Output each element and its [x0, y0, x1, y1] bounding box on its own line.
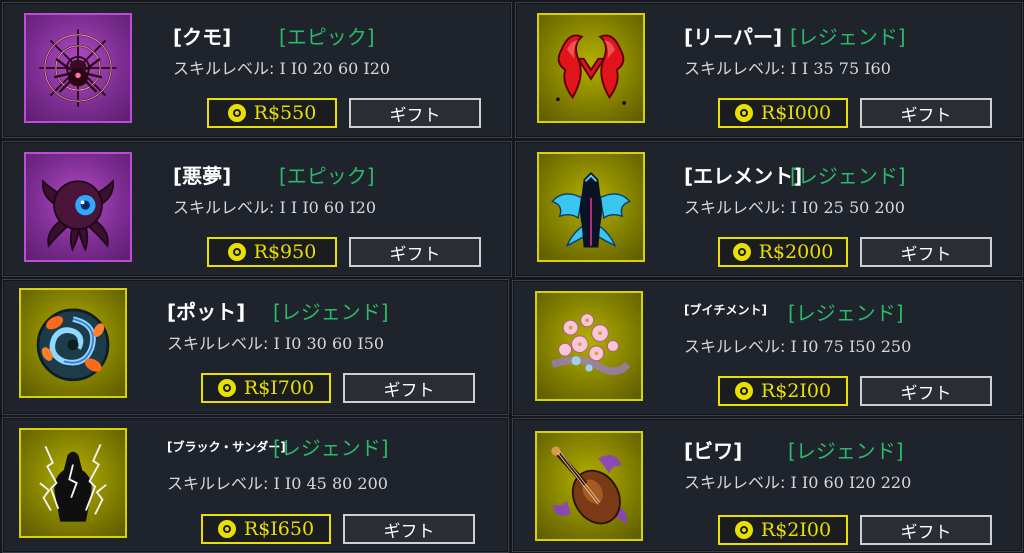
item-name: [悪夢] — [173, 164, 232, 188]
skill-levels: スキルレベル: I I0 75 I50 250 — [684, 333, 911, 357]
skill-values: I I I0 60 I20 — [279, 198, 377, 217]
item-thumbnail — [535, 431, 643, 541]
price-text: R$I000 — [760, 102, 832, 124]
robux-coin-icon — [732, 243, 751, 261]
item-card-akumu: [悪夢] [エピック] スキルレベル: I I I0 60 I20 R$950 … — [2, 141, 512, 277]
price-text: R$2I00 — [760, 519, 832, 541]
price-badge[interactable]: R$I700 — [201, 373, 331, 403]
robux-coin-icon — [217, 520, 236, 538]
robux-coin-icon — [734, 521, 753, 539]
black-thunder-icon — [39, 443, 107, 522]
gift-button[interactable]: ギフト — [860, 515, 992, 545]
item-thumbnail — [19, 428, 127, 538]
price-text: R$950 — [253, 241, 317, 263]
price-badge[interactable]: R$I000 — [718, 98, 848, 128]
item-name: [リーパー] — [684, 25, 783, 49]
price-badge[interactable]: R$2I00 — [718, 515, 848, 545]
biwa-icon — [551, 446, 627, 525]
price-text: R$2I00 — [760, 380, 832, 402]
item-name: [エレメント] — [684, 164, 803, 188]
robux-coin-icon — [227, 243, 246, 261]
skill-label: スキルレベル: — [684, 59, 786, 78]
skill-label: スキルレベル: — [173, 59, 275, 78]
skill-label: スキルレベル: — [684, 198, 786, 217]
koi-pot-icon — [36, 308, 110, 382]
price-badge[interactable]: R$950 — [207, 237, 337, 267]
item-name: [ビワ] — [684, 439, 743, 463]
price-badge[interactable]: R$2I00 — [718, 376, 848, 406]
gift-button[interactable]: ギフト — [349, 237, 481, 267]
price-text: R$550 — [253, 102, 317, 124]
price-text: R$2000 — [758, 241, 834, 263]
item-rarity: [レジェンド] — [790, 164, 906, 188]
spider-icon — [39, 29, 117, 107]
item-name: [クモ] — [173, 25, 232, 49]
price-badge[interactable]: R$550 — [207, 98, 337, 128]
skill-label: スキルレベル: — [684, 337, 786, 356]
item-name: [ブイチメント] — [684, 303, 767, 317]
item-name: [ブラック・サンダー] — [167, 440, 286, 454]
skill-levels: スキルレベル: I I0 30 60 I50 — [167, 330, 384, 354]
robux-coin-icon — [217, 379, 236, 397]
skill-levels: スキルレベル: I I I0 60 I20 — [173, 194, 376, 218]
item-thumbnail — [537, 152, 645, 262]
price-text: R$I700 — [243, 377, 315, 399]
reaper-icon — [556, 34, 626, 105]
skill-levels: スキルレベル: I I0 60 I20 220 — [684, 469, 911, 493]
item-card-pot: [ポット] [レジェンド] スキルレベル: I I0 30 60 I50 R$I… — [2, 279, 509, 415]
skill-label: スキルレベル: — [167, 334, 269, 353]
skill-values: I I0 60 I20 220 — [790, 473, 912, 492]
skill-values: I I0 45 80 200 — [273, 474, 388, 493]
element-icon — [551, 172, 631, 248]
price-badge[interactable]: R$I650 — [201, 514, 331, 544]
item-thumbnail — [24, 13, 132, 123]
gift-button[interactable]: ギフト — [349, 98, 481, 128]
skill-label: スキルレベル: — [167, 474, 269, 493]
skill-values: I I0 25 50 200 — [790, 198, 905, 217]
item-thumbnail — [24, 152, 132, 262]
item-rarity: [レジェンド] — [790, 25, 906, 49]
item-card-kumo: [クモ] [エピック] スキルレベル: I I0 20 60 I20 R$550… — [2, 2, 512, 138]
item-card-buichimento: [ブイチメント] [レジェンド] スキルレベル: I I0 75 I50 250… — [512, 280, 1023, 416]
gift-button[interactable]: ギフト — [343, 373, 475, 403]
price-text: R$I650 — [243, 518, 315, 540]
item-thumbnail — [537, 13, 645, 123]
skill-values: I I0 30 60 I50 — [273, 334, 385, 353]
gift-button[interactable]: ギフト — [860, 98, 992, 128]
item-card-reaper: [リーパー] [レジェンド] スキルレベル: I I 35 75 I60 R$I… — [515, 2, 1023, 138]
item-card-black-thunder: [ブラック・サンダー] [レジェンド] スキルレベル: I I0 45 80 2… — [2, 417, 509, 553]
item-thumbnail — [19, 288, 127, 398]
skill-levels: スキルレベル: I I0 25 50 200 — [684, 194, 905, 218]
item-rarity: [レジェンド] — [273, 436, 389, 460]
skill-levels: スキルレベル: I I 35 75 I60 — [684, 55, 891, 79]
skill-levels: スキルレベル: I I0 20 60 I20 — [173, 55, 390, 79]
robux-coin-icon — [227, 104, 246, 122]
item-rarity: [レジェンド] — [788, 439, 904, 463]
skill-values: I I 35 75 I60 — [790, 59, 891, 78]
skill-values: I I0 75 I50 250 — [790, 337, 912, 356]
gift-button[interactable]: ギフト — [860, 376, 992, 406]
gift-button[interactable]: ギフト — [343, 514, 475, 544]
item-rarity: [レジェンド] — [788, 301, 904, 325]
robux-coin-icon — [734, 104, 753, 122]
item-name: [ポット] — [167, 300, 246, 324]
gift-button[interactable]: ギフト — [860, 237, 992, 267]
item-rarity: [エピック] — [279, 164, 375, 188]
skill-label: スキルレベル: — [684, 473, 786, 492]
skill-values: I I0 20 60 I20 — [279, 59, 391, 78]
item-card-element: [エレメント] [レジェンド] スキルレベル: I I0 25 50 200 R… — [515, 141, 1023, 277]
item-rarity: [レジェンド] — [273, 300, 389, 324]
robux-coin-icon — [734, 382, 753, 400]
item-thumbnail — [535, 291, 643, 401]
item-card-biwa: [ビワ] [レジェンド] スキルレベル: I I0 60 I20 220 R$2… — [512, 418, 1023, 552]
skill-label: スキルレベル: — [173, 198, 275, 217]
price-badge[interactable]: R$2000 — [718, 237, 848, 267]
nightmare-eye-icon — [41, 179, 115, 252]
item-rarity: [エピック] — [279, 25, 375, 49]
skill-levels: スキルレベル: I I0 45 80 200 — [167, 470, 388, 494]
blossom-icon — [551, 313, 631, 375]
